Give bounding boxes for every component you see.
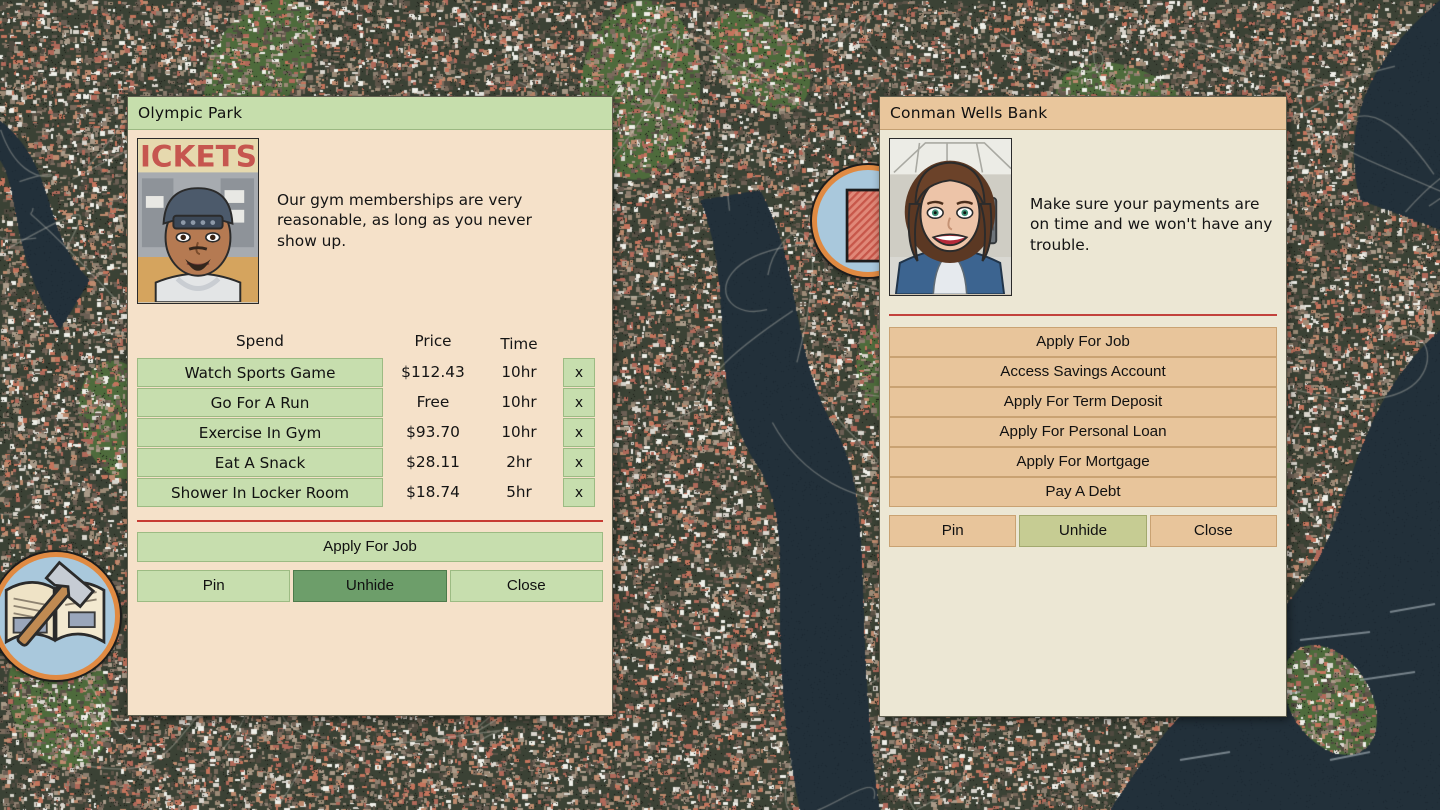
spend-time: 10hr xyxy=(501,423,537,441)
bank-menu-item[interactable]: Apply For Personal Loan xyxy=(889,417,1277,447)
spend-action-button[interactable]: Exercise In Gym xyxy=(137,417,383,447)
column-header-spend: Spend xyxy=(236,332,284,350)
bank-menu-item[interactable]: Apply For Job xyxy=(889,327,1277,357)
column-header-price: Price xyxy=(414,332,452,350)
spend-table-body: Watch Sports Game $112.43 10hr x Go For A Ru… xyxy=(137,357,603,507)
panel-olympic-park[interactable]: Olympic Park ICKETS Our gym memberships … xyxy=(127,96,613,716)
crafting-book-icon-art xyxy=(4,560,106,647)
spend-time: 5hr xyxy=(506,483,532,501)
remove-action-button[interactable]: x xyxy=(563,417,595,447)
dialogue-olympic-park: Our gym memberships are very reasonable,… xyxy=(277,191,532,250)
bank-action-menu: Apply For Job Access Savings Account Apply… xyxy=(889,327,1277,507)
remove-action-button[interactable]: x xyxy=(563,477,595,507)
divider xyxy=(137,520,603,522)
unhide-button[interactable]: Unhide xyxy=(1019,515,1147,547)
table-row: Exercise In Gym $93.70 10hr x xyxy=(137,417,603,447)
dialogue-conman-wells-bank: Make sure your payments are on time and … xyxy=(1030,195,1273,254)
pin-button[interactable]: Pin xyxy=(889,515,1017,547)
divider xyxy=(889,314,1277,316)
spend-price: Free xyxy=(416,393,450,411)
remove-action-button[interactable]: x xyxy=(563,387,595,417)
spend-price: $28.11 xyxy=(406,453,460,471)
spend-time: 10hr xyxy=(501,393,537,411)
bank-menu-item[interactable]: Apply For Term Deposit xyxy=(889,387,1277,417)
close-button[interactable]: Close xyxy=(1149,515,1277,547)
panel-title-olympic-park: Olympic Park xyxy=(128,97,612,130)
close-button[interactable]: Close xyxy=(449,570,603,602)
spend-action-button[interactable]: Eat A Snack xyxy=(137,447,383,477)
spend-action-button[interactable]: Shower In Locker Room xyxy=(137,477,383,507)
table-row: Shower In Locker Room $18.74 5hr x xyxy=(137,477,603,507)
spend-price: $18.74 xyxy=(406,483,460,501)
bank-menu-item[interactable]: Pay A Debt xyxy=(889,477,1277,507)
spend-action-button[interactable]: Go For A Run xyxy=(137,387,383,417)
apply-for-job-button[interactable]: Apply For Job xyxy=(137,532,603,562)
panel-title-conman-wells-bank: Conman Wells Bank xyxy=(880,97,1286,130)
avatar-gym-attendant: ICKETS xyxy=(137,138,259,304)
portrait-row: ICKETS Our gym memberships are very reas… xyxy=(137,138,603,304)
spend-time: 2hr xyxy=(506,453,532,471)
panel-body-olympic-park: ICKETS Our gym memberships are very reas… xyxy=(128,130,612,612)
panel-body-conman-wells-bank: Make sure your payments are on time and … xyxy=(880,130,1286,557)
avatar-bank-teller xyxy=(889,138,1012,296)
spend-table-header: Spend Price Time xyxy=(137,332,603,353)
panel-conman-wells-bank[interactable]: Conman Wells Bank Make sure your payment… xyxy=(879,96,1287,717)
table-row: Watch Sports Game $112.43 10hr x xyxy=(137,357,603,387)
crafting-book-icon[interactable] xyxy=(0,552,120,680)
portrait-row: Make sure your payments are on time and … xyxy=(889,138,1277,296)
footer-button-row: Pin Unhide Close xyxy=(889,515,1277,547)
pin-button[interactable]: Pin xyxy=(137,570,291,602)
column-header-time: Time xyxy=(500,335,538,353)
avatar-bank-teller-art xyxy=(890,139,1011,295)
table-row: Go For A Run Free 10hr x xyxy=(137,387,603,417)
table-row: Eat A Snack $28.11 2hr x xyxy=(137,447,603,477)
remove-action-button[interactable]: x xyxy=(563,447,595,477)
spend-price: $112.43 xyxy=(401,363,465,381)
svg-text:ICKETS: ICKETS xyxy=(140,140,257,174)
footer-button-row: Pin Unhide Close xyxy=(137,570,603,602)
remove-action-button[interactable]: x xyxy=(563,357,595,387)
spend-table: Spend Price Time Watch Sports Game $112.4… xyxy=(137,332,603,507)
bank-menu-item[interactable]: Access Savings Account xyxy=(889,357,1277,387)
spend-action-button[interactable]: Watch Sports Game xyxy=(137,357,383,387)
spend-time: 10hr xyxy=(501,363,537,381)
spend-price: $93.70 xyxy=(406,423,460,441)
avatar-gym-attendant-art: ICKETS xyxy=(138,139,258,303)
bank-menu-item[interactable]: Apply For Mortgage xyxy=(889,447,1277,477)
unhide-button[interactable]: Unhide xyxy=(293,570,447,602)
